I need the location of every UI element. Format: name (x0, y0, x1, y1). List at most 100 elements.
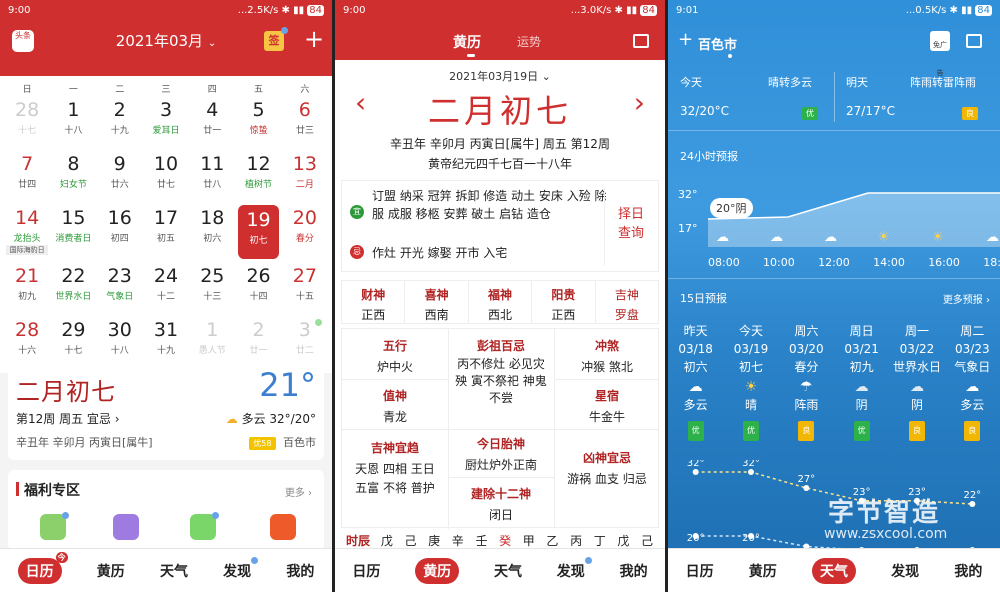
calendar-day[interactable]: 30 十八 (97, 315, 143, 369)
calendar-day[interactable]: 3 廿二 (282, 315, 328, 369)
nav-almanac[interactable]: 黄历 (415, 557, 460, 584)
hi-point (803, 485, 810, 491)
nav-calendar[interactable]: 日历 (686, 561, 714, 581)
calendar-day[interactable]: 18 初六 (189, 203, 235, 257)
calendar-day[interactable]: 31 十九 (143, 315, 189, 369)
daily-date: 03/18 (678, 342, 713, 356)
daily-column[interactable]: 周一 03/22 世界水日 ☁ 阴良 (889, 322, 944, 441)
add-city-icon[interactable]: + (678, 30, 693, 50)
calendar-day[interactable]: 21 初九 (4, 261, 50, 315)
battery-level: 84 (640, 4, 657, 16)
select-day-button[interactable]: 择日查询 (618, 205, 646, 243)
calendar-day[interactable]: 17 初五 (143, 203, 189, 257)
day-number: 1 (206, 319, 219, 341)
day-lunar: 廿八 (203, 180, 222, 190)
today-label: 今天 (680, 76, 702, 89)
calendar-day[interactable]: 28 十六 (4, 315, 50, 369)
nav-weather[interactable]: 天气 (160, 561, 188, 581)
calendar-day[interactable]: 27 十五 (282, 261, 328, 315)
weather-summary: 多云 32°/20° (241, 412, 316, 426)
nav-mine[interactable]: 我的 (620, 561, 648, 581)
calendar-day[interactable]: 12 植树节 (235, 149, 281, 203)
daily-column[interactable]: 周六 03/20 春分 ☂ 阵雨良 (779, 322, 834, 441)
daily-column[interactable]: 周二 03/23 气象日 ☁ 多云良 (945, 322, 1000, 441)
tab-fortune[interactable]: 运势 (517, 33, 541, 50)
today-card[interactable]: 二月初七 21° 第12周 周五 宜忌 › ☁ 多云 32°/20° 辛丑年 辛… (8, 364, 324, 460)
calendar-day[interactable]: 1 愚人节 (189, 315, 235, 369)
details-grid: 五行 炉中火 值神 青龙 吉神宜趋 天恩 四相 王日 五富 不将 普护 彭祖百忌 丙不修… (341, 328, 659, 529)
nav-weather[interactable]: 天气 (494, 561, 522, 581)
hi-point (692, 469, 699, 475)
calendar-day[interactable]: 1 十八 (50, 95, 96, 149)
calendar-day[interactable]: 11 廿八 (189, 149, 235, 203)
calendar-day[interactable]: 29 十七 (50, 315, 96, 369)
calendar-day[interactable]: 9 廿六 (97, 149, 143, 203)
daily-column[interactable]: 周日 03/21 初九 ☁ 阴优 (834, 322, 889, 441)
hourly-ymax: 32° (678, 188, 698, 201)
nav-calendar[interactable]: 日历 (352, 561, 380, 581)
nav-discover[interactable]: 发现 (223, 556, 259, 581)
nav-almanac[interactable]: 黄历 (749, 561, 777, 581)
weather-panel: 9:01 ...0.5K/s ✱ ▮▮ 84 + 百色市 免广告 今天 晴转多云… (668, 0, 1000, 592)
calendar-day[interactable]: 20 春分 (282, 203, 328, 257)
nav-weather[interactable]: 天气 (811, 557, 856, 584)
more-forecast-link[interactable]: 更多预报 › (943, 291, 990, 306)
calendar-day[interactable]: 19 初七 (238, 205, 279, 259)
calendar-day[interactable]: 2 十九 (97, 95, 143, 149)
calendar-day[interactable]: 24 十二 (143, 261, 189, 315)
ad-free-icon[interactable]: 免广告 (930, 31, 950, 77)
rain-icon: ☂ (800, 379, 813, 395)
daily-date: 03/21 (844, 342, 879, 356)
share-icon[interactable] (966, 34, 982, 48)
nav-discover[interactable]: 发现 (557, 556, 592, 581)
add-icon[interactable]: + (304, 26, 324, 52)
overcast-icon: ☁ (909, 379, 924, 395)
calendar-day[interactable]: 4 廿一 (189, 95, 235, 149)
calendar-day[interactable]: 13 二月 (282, 149, 328, 203)
tab-almanac[interactable]: 黄历 (453, 32, 481, 52)
calendar-day[interactable]: 10 廿七 (143, 149, 189, 203)
reward-icon[interactable] (270, 514, 296, 540)
day-lunar: 十七 (64, 346, 83, 356)
calendar-day[interactable]: 25 十三 (189, 261, 235, 315)
calendar-day[interactable]: 14 龙抬头 国际海豹日 (4, 203, 50, 257)
day-lunar: 十八 (110, 346, 129, 356)
god-label: 福神 (488, 288, 513, 302)
week-info[interactable]: 第12周 周五 宜忌 › (16, 410, 120, 427)
tomorrow-temp: 27/17°C (846, 104, 895, 118)
today-desc: 晴转多云 (768, 76, 812, 89)
taishen-value: 厨灶炉外正南 (464, 458, 537, 472)
calendar-day[interactable]: 6 廿三 (282, 95, 328, 149)
calendar-day[interactable]: 5 惊蛰 (235, 95, 281, 149)
share-icon[interactable] (633, 34, 649, 48)
daily-column[interactable]: 昨天 03/18 初六 ☁ 多云优 (668, 322, 723, 441)
calendar-day[interactable]: 22 世界水日 (50, 261, 96, 315)
day-lunar: 廿三 (295, 126, 314, 136)
nav-calendar[interactable]: 日历今 (17, 551, 68, 584)
calendar-day[interactable]: 26 十四 (235, 261, 281, 315)
nav-mine[interactable]: 我的 (954, 561, 982, 581)
sun-icon: ☀ (932, 230, 944, 245)
sign-in-icon[interactable]: 签 (264, 31, 284, 51)
calendar-day[interactable]: 7 廿四 (4, 149, 50, 203)
zhishen-label: 值神 (382, 389, 407, 403)
almanac-date[interactable]: 2021年03月19日 (449, 70, 538, 83)
calendar-day[interactable]: 28 十七 (4, 95, 50, 149)
nav-almanac[interactable]: 黄历 (97, 561, 125, 581)
calendar-day[interactable]: 23 气象日 (97, 261, 143, 315)
calendar-day[interactable]: 8 妇女节 (50, 149, 96, 203)
calendar-day[interactable]: 3 爱耳日 (143, 95, 189, 149)
daily-column[interactable]: 今天 03/19 初七 ☀ 晴优 (723, 322, 778, 441)
battery-level: 84 (307, 4, 324, 16)
calendar-day[interactable]: 15 消费者日 (50, 203, 96, 257)
calendar-day[interactable]: 2 廿一 (235, 315, 281, 369)
city-title[interactable]: 百色市 (698, 34, 737, 53)
day-lunar: 廿六 (110, 180, 129, 190)
event-tag: 国际海豹日 (6, 245, 49, 255)
wifi-icon[interactable] (113, 514, 139, 540)
nav-discover[interactable]: 发现 (891, 561, 919, 581)
welfare-more-link[interactable]: 更多 › (285, 484, 312, 499)
nav-mine[interactable]: 我的 (286, 561, 314, 581)
calendar-day[interactable]: 16 初四 (97, 203, 143, 257)
god-label: 喜神 (424, 288, 449, 302)
